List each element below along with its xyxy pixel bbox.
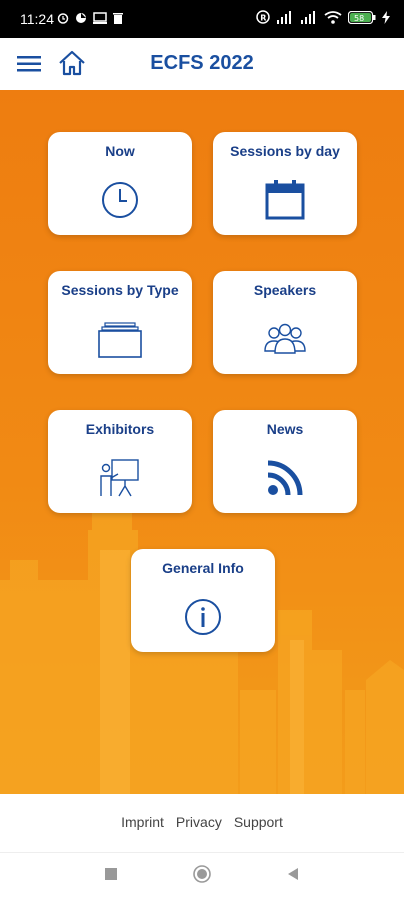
info-icon (185, 599, 221, 635)
recents-button[interactable] (104, 867, 118, 886)
presenter-icon (100, 459, 139, 497)
alarm-icon (57, 13, 69, 24)
signal-icon-2 (301, 10, 315, 24)
charging-icon (382, 10, 390, 24)
tile-sessions-by-type[interactable]: Sessions by Type (48, 271, 192, 374)
tile-label: Speakers (253, 282, 317, 298)
app-bar: ECFS 2022 (0, 38, 404, 90)
page-title: ECFS 2022 (150, 52, 254, 74)
tile-label: News (266, 421, 304, 437)
back-button[interactable] (286, 867, 300, 886)
data-saver-icon (76, 13, 86, 23)
tile-sessions-by-day[interactable]: Sessions by day (213, 132, 357, 235)
tile-speakers[interactable]: Speakers (213, 271, 357, 374)
square-icon (105, 868, 117, 880)
tile-label: Now (105, 143, 135, 159)
dashboard-content: Now Sessions by day Sessions by Type Spe… (0, 90, 404, 794)
battery-level: 58 (354, 14, 364, 23)
tile-label: General Info (162, 560, 244, 576)
footer: Imprint Privacy Support (0, 794, 404, 852)
status-left-icons (57, 12, 123, 24)
calendar-icon (265, 180, 305, 220)
tile-label: Exhibitors (85, 421, 155, 437)
imprint-link[interactable]: Imprint (121, 814, 164, 830)
tile-label: Sessions by Type (61, 282, 179, 298)
support-link[interactable]: Support (234, 814, 283, 830)
status-right-icons: R 58 (256, 10, 390, 24)
system-navigation-bar (0, 852, 404, 901)
wifi-icon (324, 10, 342, 24)
home-nav-button[interactable] (193, 865, 211, 888)
registered-icon: R (256, 10, 270, 24)
status-time: 11:24 (20, 11, 54, 27)
footer-links: Imprint Privacy Support (0, 814, 404, 830)
signal-icon (277, 10, 291, 24)
rss-icon (267, 460, 303, 496)
people-icon (264, 323, 306, 354)
svg-text:R: R (260, 13, 266, 22)
circle-icon (193, 865, 211, 883)
screen-cast-icon (93, 12, 107, 24)
tile-exhibitors[interactable]: Exhibitors (48, 410, 192, 513)
back-triangle-icon (288, 868, 298, 880)
tile-now[interactable]: Now (48, 132, 192, 235)
battery-icon: 58 (348, 10, 376, 24)
trash-icon (113, 13, 123, 24)
tile-news[interactable]: News (213, 410, 357, 513)
folder-stack-icon (98, 322, 142, 358)
privacy-link[interactable]: Privacy (176, 814, 222, 830)
tile-label: Sessions by day (230, 143, 340, 159)
tile-general-info[interactable]: General Info (131, 549, 275, 652)
clock-icon (102, 182, 138, 218)
status-bar: 11:24 R 58 (0, 0, 404, 38)
